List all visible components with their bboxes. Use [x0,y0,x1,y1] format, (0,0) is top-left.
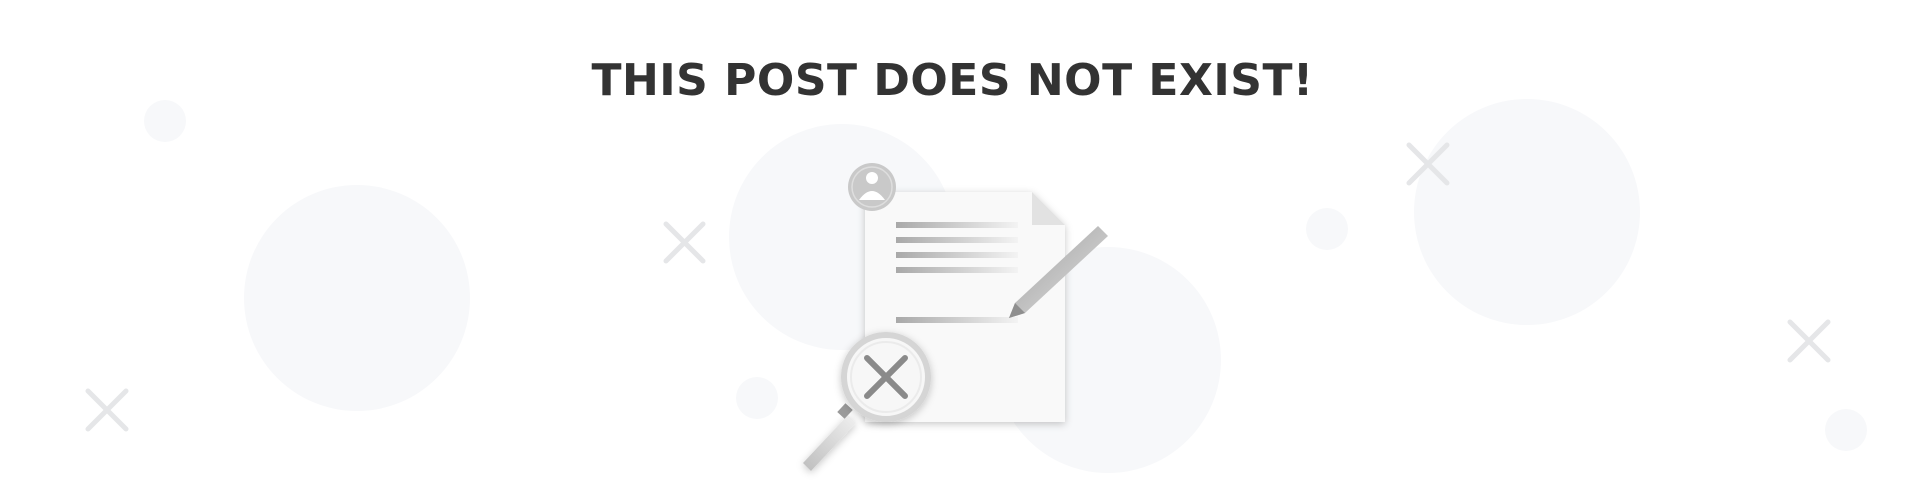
bg-dot [736,377,778,419]
magnifier-icon [803,332,931,471]
bg-cross [1787,319,1831,363]
bg-dot [1306,208,1348,250]
bg-circle [244,185,470,411]
not-found-page: THIS POST DOES NOT EXIST! [0,0,1905,500]
bg-dot [1825,409,1867,451]
bg-cross [663,221,706,264]
bg-circle [1414,99,1640,325]
bg-dot [144,100,186,142]
bg-cross [85,388,129,432]
page-title: THIS POST DOES NOT EXIST! [591,55,1314,106]
user-icon [848,163,896,211]
